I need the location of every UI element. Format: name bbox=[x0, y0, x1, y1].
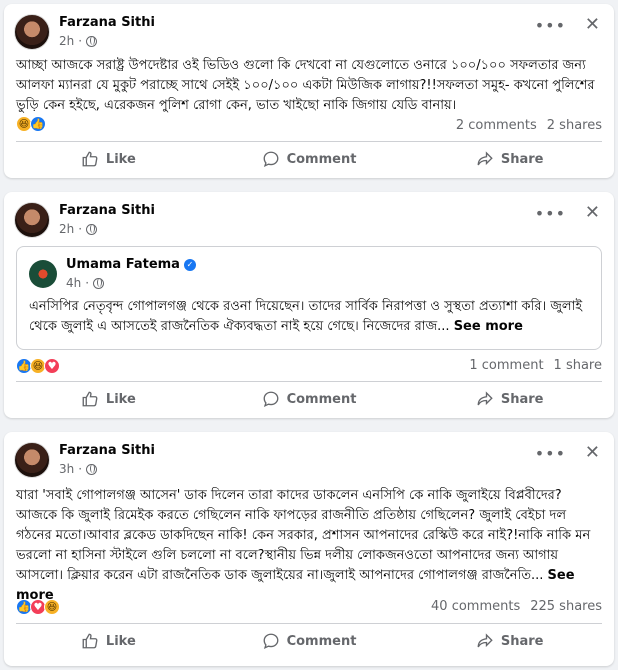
like-label: Like bbox=[105, 391, 136, 407]
post-header: Farzana Sithi 2h · bbox=[14, 12, 155, 52]
close-icon[interactable]: ✕ bbox=[585, 442, 600, 463]
comment-button[interactable]: Comment bbox=[209, 143, 410, 175]
comment-icon bbox=[263, 391, 279, 407]
share-button[interactable]: Share bbox=[409, 383, 610, 415]
globe-icon bbox=[86, 223, 98, 235]
post-actions: Like Comment Share bbox=[8, 143, 610, 175]
globe-icon bbox=[86, 35, 98, 47]
author-name[interactable]: Farzana Sithi bbox=[59, 443, 155, 459]
shared-post-text: এনসিপির নেতৃবৃন্দ গোপালগঞ্জ থেকে রওনা দি… bbox=[29, 297, 589, 337]
share-count[interactable]: 225 shares bbox=[530, 599, 602, 614]
post-time[interactable]: 2h bbox=[59, 33, 74, 49]
share-count[interactable]: 1 share bbox=[554, 358, 602, 373]
share-icon bbox=[477, 391, 493, 406]
like-button[interactable]: Like bbox=[8, 625, 209, 657]
comment-button[interactable]: Comment bbox=[209, 625, 410, 657]
avatar[interactable] bbox=[14, 14, 50, 50]
comment-icon bbox=[263, 633, 279, 649]
thumbs-up-icon bbox=[82, 151, 98, 167]
more-icon[interactable]: ••• bbox=[535, 16, 566, 35]
love-reaction-icon: ♥ bbox=[44, 358, 60, 374]
share-count[interactable]: 2 shares bbox=[547, 118, 602, 133]
like-button[interactable]: Like bbox=[8, 383, 209, 415]
like-reaction-icon: 👍 bbox=[30, 116, 46, 132]
share-label: Share bbox=[500, 391, 544, 407]
share-icon bbox=[477, 151, 493, 166]
share-label: Share bbox=[500, 151, 544, 167]
like-button[interactable]: Like bbox=[8, 143, 209, 175]
share-label: Share bbox=[500, 633, 544, 649]
post-time[interactable]: 2h bbox=[59, 221, 74, 237]
comment-label: Comment bbox=[286, 151, 357, 167]
shared-post-header: Umama Fatema ✓ 4h · bbox=[29, 257, 196, 291]
post-text: যারা 'সবাই গোপালগঞ্জ আসেন' ডাক দিলেন তার… bbox=[16, 486, 602, 606]
divider bbox=[16, 381, 602, 382]
close-icon[interactable]: ✕ bbox=[585, 14, 600, 35]
shared-avatar[interactable] bbox=[29, 260, 57, 288]
haha-reaction-icon: 😆 bbox=[44, 599, 60, 615]
close-icon[interactable]: ✕ bbox=[585, 202, 600, 223]
post-text: আচ্ছা আজকে সরাষ্ট্র উপদেষ্টার ওই ভিডিও গ… bbox=[16, 58, 595, 113]
verified-badge-icon: ✓ bbox=[183, 258, 196, 271]
comment-count[interactable]: 1 comment bbox=[469, 358, 543, 373]
comment-button[interactable]: Comment bbox=[209, 383, 410, 415]
avatar[interactable] bbox=[14, 202, 50, 238]
thumbs-up-icon bbox=[82, 633, 98, 649]
post-card: Farzana Sithi 2h · ••• ✕ Umama Fatema ✓ 4h… bbox=[4, 192, 614, 418]
post-time[interactable]: 3h bbox=[59, 461, 74, 477]
author-name[interactable]: Farzana Sithi bbox=[59, 203, 155, 219]
avatar[interactable] bbox=[14, 442, 50, 478]
shared-post[interactable]: Umama Fatema ✓ 4h · এনসিপির নেতৃবৃন্দ গোপা… bbox=[16, 246, 602, 350]
more-icon[interactable]: ••• bbox=[535, 444, 566, 463]
comment-count[interactable]: 40 comments bbox=[431, 599, 520, 614]
post-text-body: যারা 'সবাই গোপালগঞ্জ আসেন' ডাক দিলেন তার… bbox=[16, 488, 591, 583]
thumbs-up-icon bbox=[82, 391, 98, 407]
more-icon[interactable]: ••• bbox=[535, 204, 566, 223]
post-actions: Like Comment Share bbox=[8, 625, 610, 657]
shared-author-name[interactable]: Umama Fatema bbox=[66, 257, 180, 272]
comment-count[interactable]: 2 comments bbox=[456, 118, 537, 133]
shared-post-time[interactable]: 4h bbox=[66, 275, 81, 291]
like-label: Like bbox=[105, 151, 136, 167]
post-card: Farzana Sithi 2h · ••• ✕ আচ্ছা আজকে সরাষ্… bbox=[4, 4, 614, 178]
comment-label: Comment bbox=[286, 633, 357, 649]
comment-label: Comment bbox=[286, 391, 357, 407]
like-label: Like bbox=[105, 633, 136, 649]
post-header: Farzana Sithi 3h · bbox=[14, 440, 155, 480]
reaction-summary[interactable]: 👍 😆 ♥ bbox=[16, 358, 60, 374]
divider bbox=[16, 623, 602, 624]
reaction-summary[interactable]: 😆 👍 bbox=[16, 116, 46, 132]
divider bbox=[16, 141, 602, 142]
share-button[interactable]: Share bbox=[409, 143, 610, 175]
post-header: Farzana Sithi 2h · bbox=[14, 200, 155, 240]
news-feed: Farzana Sithi 2h · ••• ✕ আচ্ছা আজকে সরাষ্… bbox=[0, 0, 618, 670]
globe-icon bbox=[93, 277, 105, 289]
author-name[interactable]: Farzana Sithi bbox=[59, 15, 155, 31]
share-icon bbox=[477, 633, 493, 648]
share-button[interactable]: Share bbox=[409, 625, 610, 657]
globe-icon bbox=[86, 463, 98, 475]
post-card: Farzana Sithi 3h · ••• ✕ যারা 'সবাই গোপাল… bbox=[4, 432, 614, 666]
reaction-summary[interactable]: 👍 ♥ 😆 bbox=[16, 599, 60, 615]
comment-icon bbox=[263, 151, 279, 167]
post-actions: Like Comment Share bbox=[8, 383, 610, 415]
see-more-link[interactable]: See more bbox=[454, 319, 523, 334]
